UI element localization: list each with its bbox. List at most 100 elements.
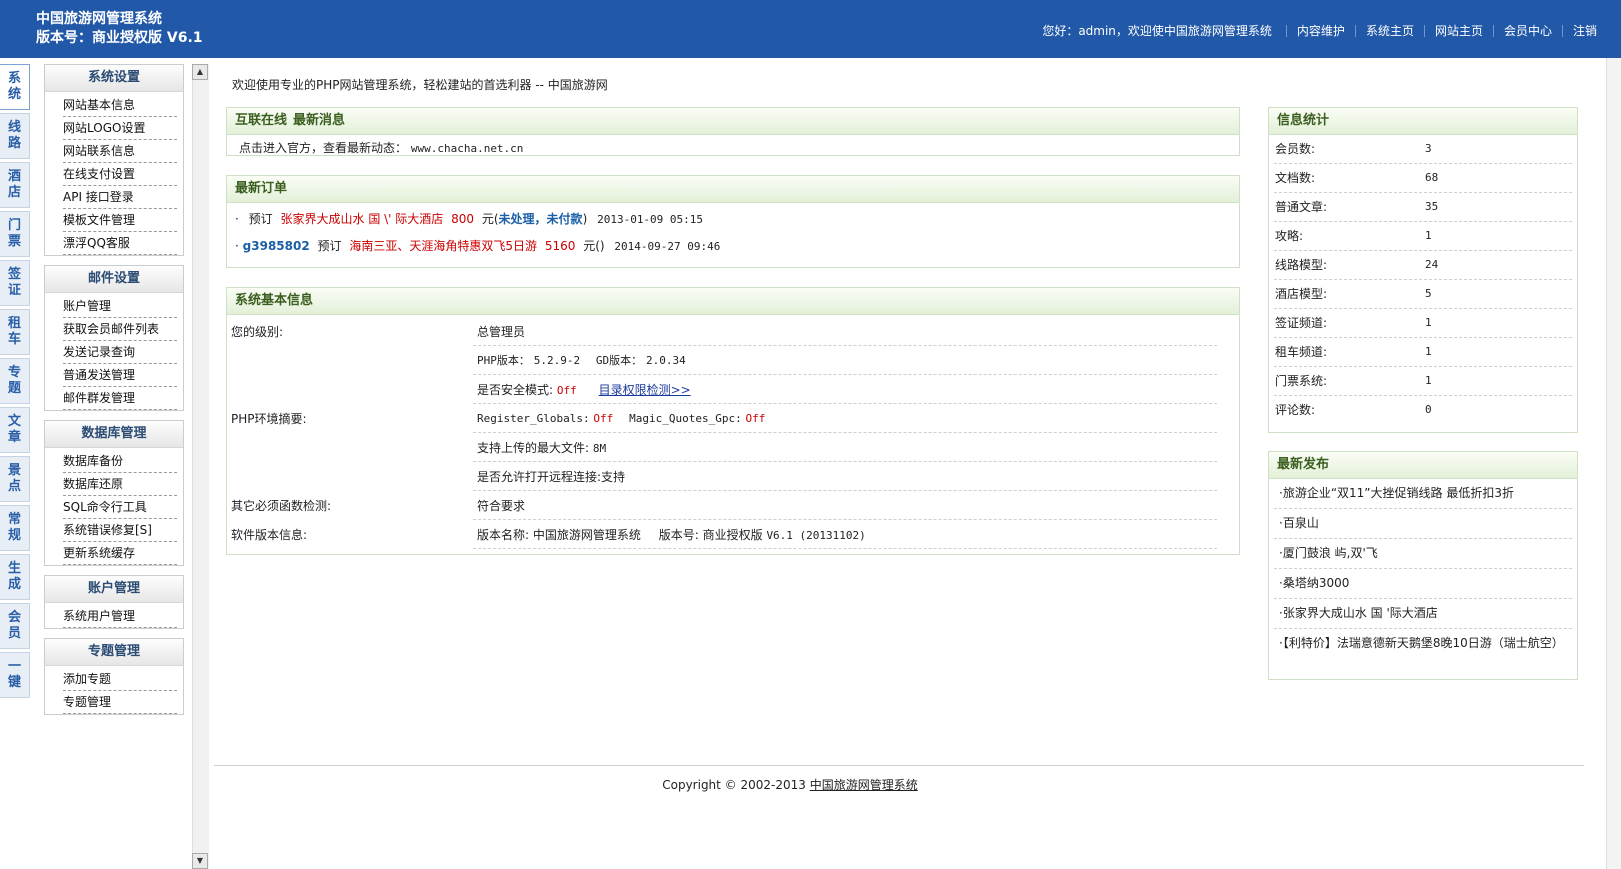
permission-check-link[interactable]: 目录权限检测>> bbox=[599, 383, 691, 397]
stat-row: 酒店模型: 5 bbox=[1274, 280, 1572, 309]
menu-item[interactable]: 系统用户管理 bbox=[63, 605, 177, 628]
order-product[interactable]: 海南三亚、天涯海角特惠双飞5日游 bbox=[349, 239, 537, 253]
vtab-member[interactable]: 会员 bbox=[0, 603, 30, 649]
vtab-article[interactable]: 文章 bbox=[0, 407, 30, 453]
menu-item[interactable]: 获取会员邮件列表 bbox=[63, 318, 177, 341]
left-scrollbar[interactable] bbox=[192, 64, 209, 869]
menu-item[interactable]: 漂浮QQ客服 bbox=[63, 232, 177, 255]
releases-title: 最新发布 bbox=[1269, 452, 1577, 479]
func-value: 符合要求 bbox=[473, 490, 1217, 520]
menu-item[interactable]: 普通发送管理 bbox=[63, 364, 177, 387]
menu-item[interactable]: 网站基本信息 bbox=[63, 94, 177, 117]
stat-row: 会员数: 3 bbox=[1274, 135, 1572, 164]
nav-system-home[interactable]: 系统主页 bbox=[1366, 22, 1414, 39]
scroll-down-icon[interactable]: ▼ bbox=[192, 853, 208, 869]
version-label: 软件版本信息: bbox=[231, 527, 308, 542]
release-item[interactable]: ·厦门鼓浪 屿,双'飞 bbox=[1274, 539, 1572, 569]
menu-item[interactable]: 网站联系信息 bbox=[63, 140, 177, 163]
app-title: 中国旅游网管理系统 bbox=[36, 11, 162, 27]
app-version: 版本号：商业授权版 V6.1 bbox=[36, 30, 203, 46]
stat-row: 门票系统: 1 bbox=[1274, 367, 1572, 396]
order-row[interactable]: · g3985802 预订 海南三亚、天涯海角特惠双飞5日游 5160 元() … bbox=[227, 233, 1239, 260]
left-menu: 系统设置 网站基本信息 网站LOGO设置 网站联系信息 在线支付设置 API 接… bbox=[44, 64, 184, 724]
release-item[interactable]: ·旅游企业“双11”大挫促销线路 最低折扣3折 bbox=[1274, 479, 1572, 509]
vtab-topic[interactable]: 专题 bbox=[0, 358, 30, 404]
menu-item[interactable]: API 接口登录 bbox=[63, 186, 177, 209]
orders-title: 最新订单 bbox=[227, 176, 1239, 203]
gd-version: 2.0.34 bbox=[645, 354, 686, 367]
nav-content-maintain[interactable]: 内容维护 bbox=[1297, 22, 1345, 39]
stats-title: 信息统计 bbox=[1269, 108, 1577, 135]
menu-item[interactable]: 邮件群发管理 bbox=[63, 387, 177, 410]
release-item[interactable]: ·桑塔纳3000 bbox=[1274, 569, 1572, 599]
menu-group-database: 数据库管理 数据库备份 数据库还原 SQL命令行工具 系统错误修复[S] 更新系… bbox=[44, 420, 184, 566]
releases-box: 最新发布 ·旅游企业“双11”大挫促销线路 最低折扣3折 ·百泉山 ·厦门鼓浪 … bbox=[1268, 451, 1578, 680]
menu-group-mail: 邮件设置 账户管理 获取会员邮件列表 发送记录查询 普通发送管理 邮件群发管理 bbox=[44, 265, 184, 411]
version-number: 商业授权版 bbox=[702, 527, 763, 542]
menu-item[interactable]: 系统错误修复[S] bbox=[63, 519, 177, 542]
news-title-1: 互联在线 bbox=[235, 113, 288, 128]
menu-group-title: 账户管理 bbox=[45, 576, 183, 603]
menu-item[interactable]: 模板文件管理 bbox=[63, 209, 177, 232]
vtab-general[interactable]: 常规 bbox=[0, 505, 30, 551]
upload-max-value: 8M bbox=[592, 441, 607, 455]
release-item[interactable]: ·百泉山 bbox=[1274, 509, 1572, 539]
version-name: 中国旅游网管理系统 bbox=[532, 527, 641, 542]
sysinfo-box: 系统基本信息 您的级别: 总管理员 PHP环境摘要: PHP版本： 5.2.9-… bbox=[226, 287, 1240, 555]
vertical-tabs: 系统 线路 酒店 门票 签证 租车 专题 文章 景点 常规 生成 会员 一键 bbox=[0, 64, 33, 701]
menu-item[interactable]: 添加专题 bbox=[63, 668, 177, 691]
menu-item[interactable]: 专题管理 bbox=[63, 691, 177, 714]
nav-member-center[interactable]: 会员中心 bbox=[1504, 22, 1552, 39]
menu-item[interactable]: 更新系统缓存 bbox=[63, 542, 177, 565]
order-product[interactable]: 张家界大成山水 国 \' 际大酒店 bbox=[281, 212, 444, 226]
vtab-route[interactable]: 线路 bbox=[0, 113, 30, 159]
release-item[interactable]: ·张家界大成山水 国 '际大酒店 bbox=[1274, 599, 1572, 629]
vtab-system[interactable]: 系统 bbox=[0, 64, 30, 110]
php-version: 5.2.9-2 bbox=[533, 354, 581, 367]
order-time: 2014-09-27 09:46 bbox=[614, 240, 721, 253]
menu-item[interactable]: 账户管理 bbox=[63, 295, 177, 318]
stat-row: 线路模型: 24 bbox=[1274, 251, 1572, 280]
main-scrollbar[interactable] bbox=[1606, 58, 1621, 869]
scroll-up-icon[interactable]: ▲ bbox=[192, 64, 208, 80]
nav-logout[interactable]: 注销 bbox=[1573, 22, 1597, 39]
menu-group-account: 账户管理 系统用户管理 bbox=[44, 575, 184, 629]
news-box: 互联在线 最新消息 点击进入官方，查看最新动态： www.chacha.net.c… bbox=[226, 107, 1240, 156]
menu-item[interactable]: 网站LOGO设置 bbox=[63, 117, 177, 140]
order-row[interactable]: · 预订 张家界大成山水 国 \' 际大酒店 800 元(未处理，未付款) 20… bbox=[227, 206, 1239, 233]
menu-group-topic: 专题管理 添加专题 专题管理 bbox=[44, 638, 184, 715]
footer-divider bbox=[214, 765, 1584, 766]
vtab-visa[interactable]: 签证 bbox=[0, 260, 30, 306]
vtab-ticket[interactable]: 门票 bbox=[0, 211, 30, 257]
menu-item[interactable]: 数据库还原 bbox=[63, 473, 177, 496]
menu-group-title: 邮件设置 bbox=[45, 266, 183, 293]
sysinfo-title: 系统基本信息 bbox=[227, 288, 1239, 315]
vtab-generate[interactable]: 生成 bbox=[0, 554, 30, 600]
env-label: PHP环境摘要: bbox=[231, 411, 307, 426]
vtab-car[interactable]: 租车 bbox=[0, 309, 30, 355]
order-user[interactable]: g3985802 bbox=[243, 239, 310, 253]
stats-box: 信息统计 会员数: 3 文档数: 68 普通文章: 35 攻略: 1 线路模型: 24 酒… bbox=[1268, 107, 1578, 433]
nav-site-home[interactable]: 网站主页 bbox=[1435, 22, 1483, 39]
vtab-scenic[interactable]: 景点 bbox=[0, 456, 30, 502]
release-item[interactable]: ·【利特价】法瑞意德新天鹅堡8晚10日游（瑞士航空） bbox=[1274, 629, 1572, 658]
order-amount: 800 bbox=[451, 212, 475, 226]
menu-item[interactable]: 在线支付设置 bbox=[63, 163, 177, 186]
version-build: V6.1 (20131102) bbox=[766, 528, 866, 542]
menu-item[interactable]: 数据库备份 bbox=[63, 450, 177, 473]
menu-item[interactable]: SQL命令行工具 bbox=[63, 496, 177, 519]
menu-group-title: 系统设置 bbox=[45, 65, 183, 92]
news-url[interactable]: www.chacha.net.cn bbox=[411, 142, 524, 155]
footer-link[interactable]: 中国旅游网管理系统 bbox=[810, 778, 918, 792]
menu-group-system: 系统设置 网站基本信息 网站LOGO设置 网站联系信息 在线支付设置 API 接… bbox=[44, 64, 184, 256]
vtab-onekey[interactable]: 一键 bbox=[0, 652, 30, 698]
menu-item[interactable]: 发送记录查询 bbox=[63, 341, 177, 364]
vtab-hotel[interactable]: 酒店 bbox=[0, 162, 30, 208]
safe-mode-value: Off bbox=[556, 383, 577, 397]
register-globals-value: Off bbox=[593, 412, 614, 425]
stat-row: 攻略: 1 bbox=[1274, 222, 1572, 251]
remote-value: 支持 bbox=[601, 469, 626, 484]
stat-row: 租车频道: 1 bbox=[1274, 338, 1572, 367]
greeting-text: 您好：admin，欢迎使中国旅游网管理系统 bbox=[1042, 24, 1272, 38]
news-text: 点击进入官方，查看最新动态： bbox=[239, 141, 408, 155]
